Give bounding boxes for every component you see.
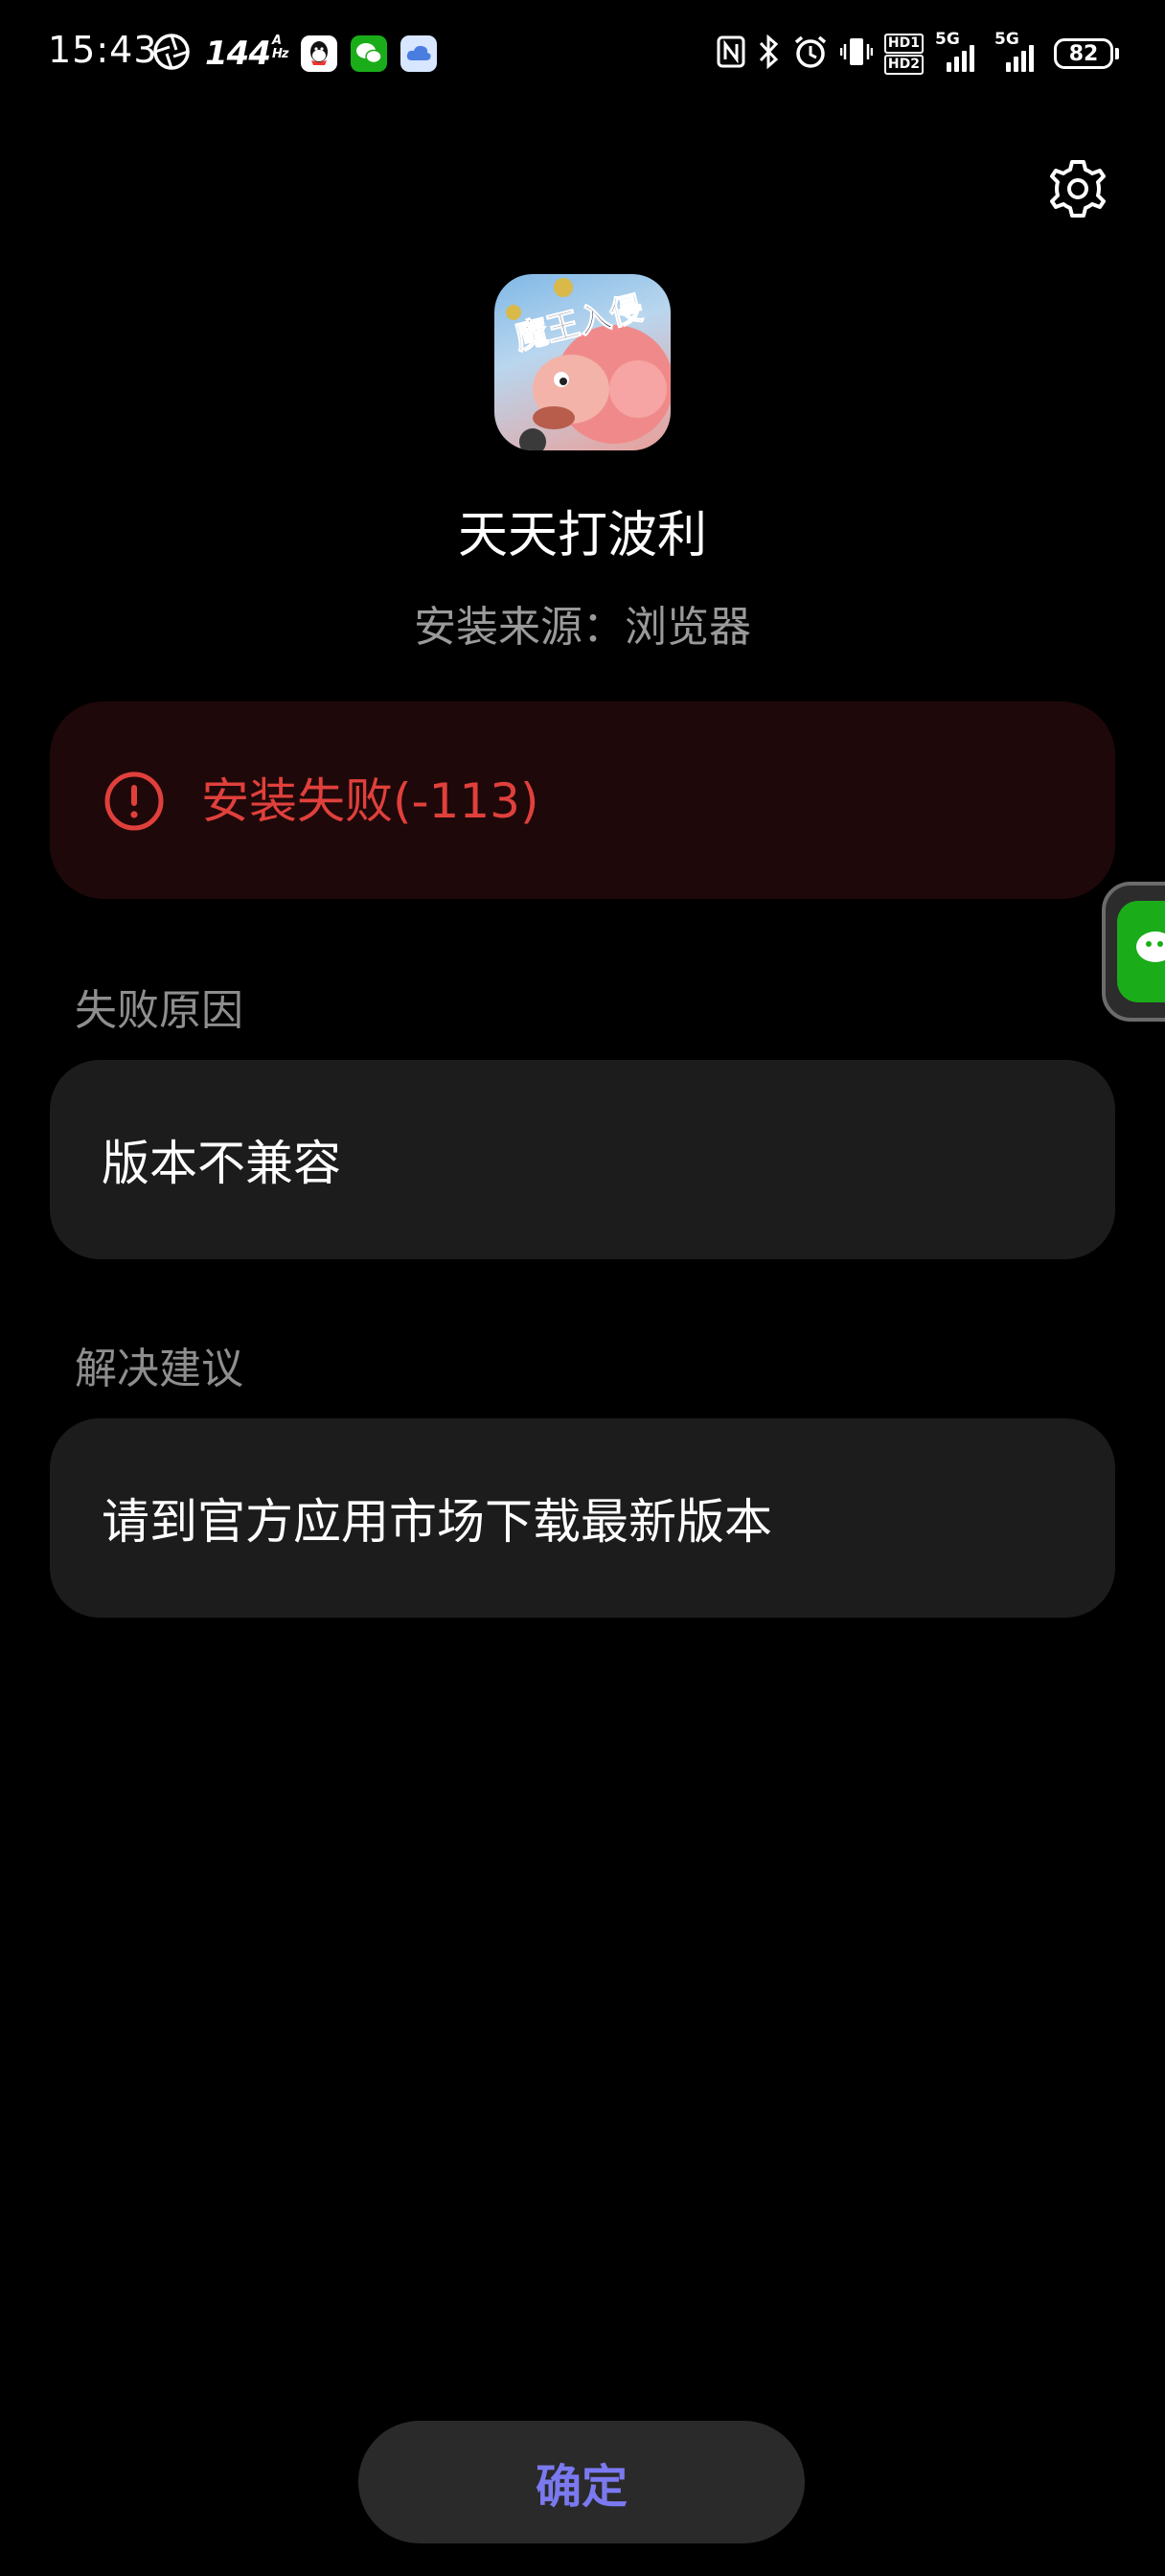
vibrate-icon: [839, 34, 874, 73]
settings-button[interactable]: [1044, 157, 1111, 224]
cloud-icon: [400, 35, 438, 72]
alert-circle-icon: [103, 770, 165, 832]
wechat-icon: [1117, 901, 1165, 1002]
floating-side-bubble[interactable]: [1102, 882, 1165, 1022]
hd2-label: HD2: [883, 54, 924, 75]
signal-icon-2: 5G: [994, 30, 1042, 72]
refresh-unit-bottom: Hz: [271, 47, 288, 61]
aperture-icon: [151, 32, 192, 76]
wechat-icon: [351, 35, 388, 72]
qq-icon: [301, 35, 338, 72]
signal-bars-1: [947, 45, 974, 72]
error-message: 安装失败(-113): [201, 773, 539, 829]
battery-tip: [1115, 48, 1119, 59]
solution-label: 解决建议: [75, 1345, 243, 1393]
refresh-unit-top: A: [271, 34, 282, 48]
error-card: 安装失败(-113): [50, 702, 1115, 899]
install-source: 安装来源：浏览器: [414, 603, 751, 652]
nfc-icon: [716, 34, 746, 73]
refresh-rate: 144 A Hz: [205, 34, 288, 74]
solution-card: 请到官方应用市场下载最新版本: [50, 1418, 1115, 1618]
failure-reason-value: 版本不兼容: [102, 1136, 341, 1191]
refresh-rate-value: 144: [205, 34, 271, 73]
solution-value: 请到官方应用市场下载最新版本: [102, 1494, 772, 1550]
refresh-rate-unit: A Hz: [271, 34, 288, 61]
status-time: 15:43: [48, 29, 158, 71]
app-name: 天天打波利: [457, 507, 707, 564]
app-icon: 魔王入侵: [494, 274, 671, 450]
status-left-icons: 144 A Hz: [151, 32, 438, 76]
status-right-icons: HD1 HD2 5G 5G 82: [716, 30, 1119, 75]
battery-icon: 82: [1054, 38, 1119, 69]
failure-reason-card: 版本不兼容: [50, 1060, 1115, 1259]
hd-indicator: HD1 HD2: [883, 33, 924, 75]
hd1-label: HD1: [883, 33, 924, 54]
battery-level: 82: [1054, 38, 1113, 69]
gear-icon: [1047, 158, 1108, 223]
failure-reason-label: 失败原因: [75, 986, 243, 1035]
confirm-button[interactable]: 确定: [358, 2421, 805, 2543]
bluetooth-icon: [758, 34, 781, 74]
alarm-icon: [792, 34, 829, 74]
status-bar: 15:43 144 A Hz HD1 HD2 5G 5G 82: [0, 0, 1165, 105]
signal-bars-2: [1006, 45, 1034, 72]
signal-icon-1: 5G: [935, 30, 983, 72]
